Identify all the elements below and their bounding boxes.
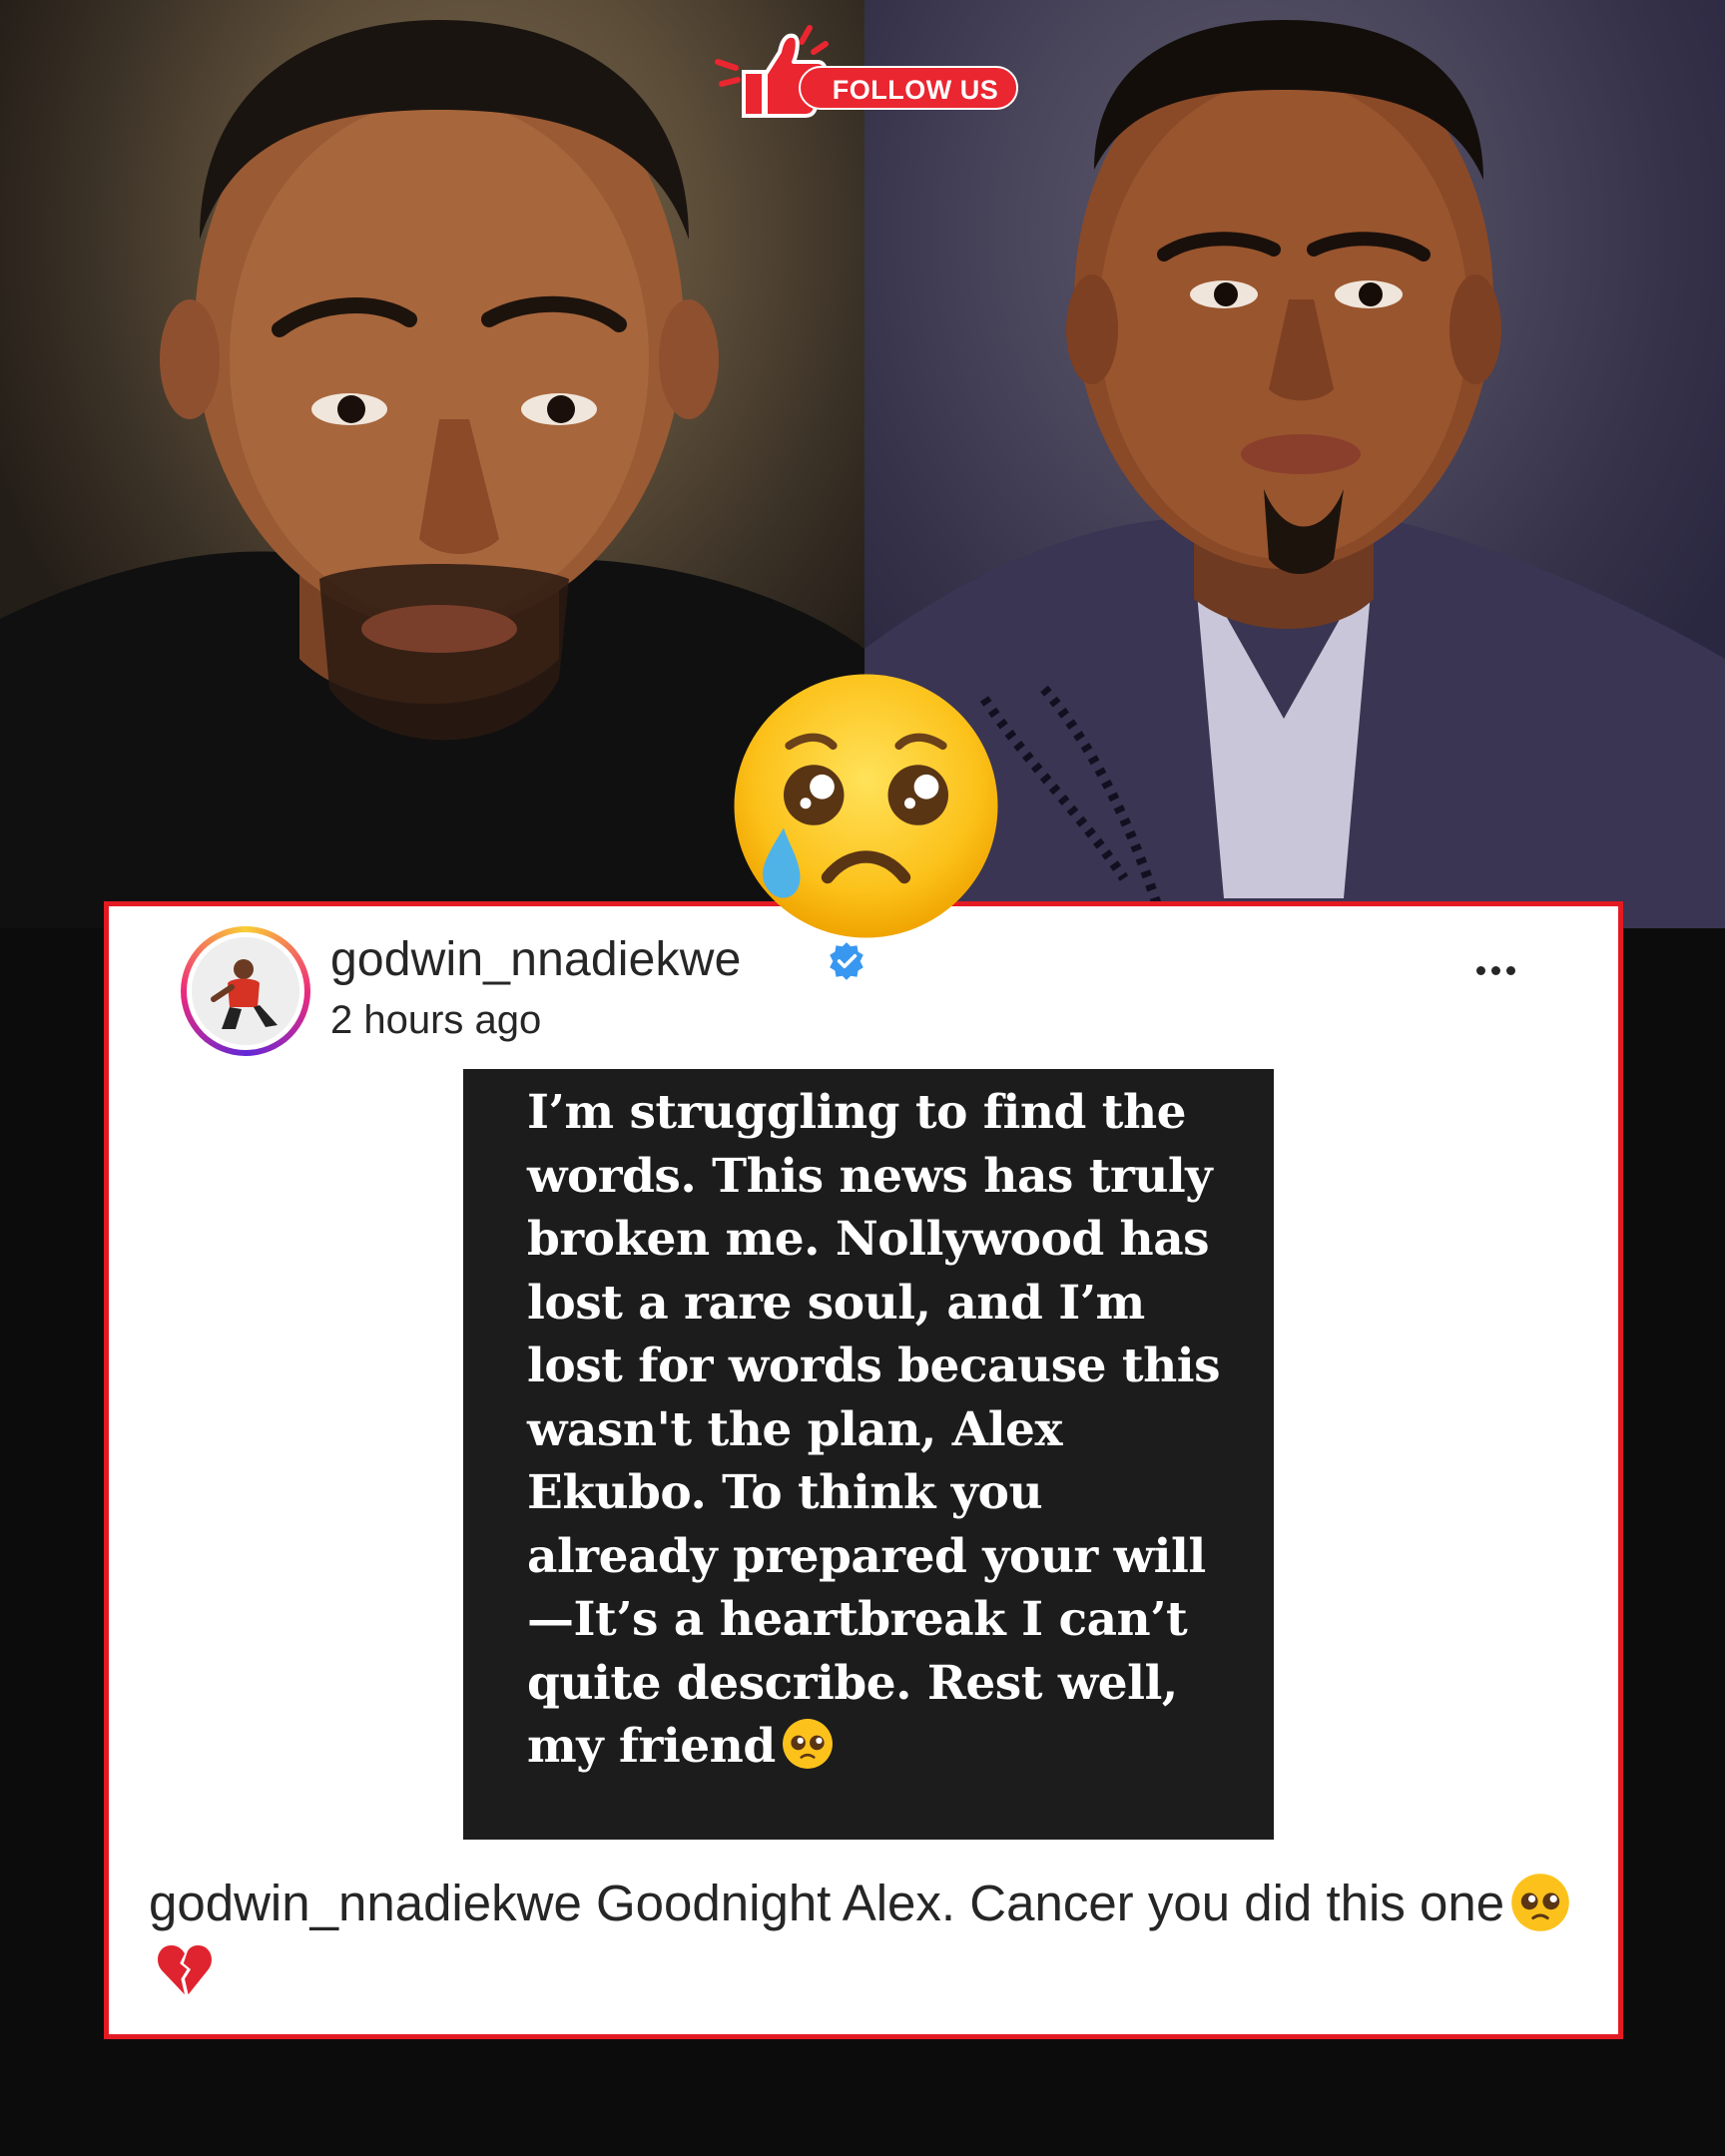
instagram-post-card: godwin_nnadiekwe 2 hours ago I’m struggl…	[104, 901, 1623, 2039]
more-options-icon[interactable]	[1476, 962, 1536, 992]
avatar[interactable]	[181, 926, 310, 1056]
quote-text: I’m struggling to find the words. This n…	[527, 1085, 1221, 1774]
verified-badge-icon	[830, 942, 863, 980]
follow-us-badge[interactable]: FOLLOW US	[689, 22, 1023, 122]
follow-us-label: FOLLOW US	[799, 66, 1018, 110]
caption-username[interactable]: godwin_nnadiekwe	[149, 1875, 582, 1931]
broken-heart-icon	[158, 1945, 212, 1995]
caption-text: Goodnight Alex. Cancer you did this one	[596, 1875, 1505, 1931]
pleading-face-icon	[782, 1719, 833, 1769]
quote-text-block: I’m struggling to find the words. This n…	[527, 1081, 1246, 1779]
post-username[interactable]: godwin_nnadiekwe	[330, 932, 742, 987]
post-caption: godwin_nnadiekwe Goodnight Alex. Cancer …	[149, 1870, 1586, 2003]
pleading-face-icon	[1511, 1874, 1569, 1931]
quote-image: I’m struggling to find the words. This n…	[463, 1069, 1274, 1840]
sad-face-icon	[734, 674, 998, 938]
post-timestamp: 2 hours ago	[330, 998, 542, 1042]
profile-picture	[192, 937, 299, 1045]
